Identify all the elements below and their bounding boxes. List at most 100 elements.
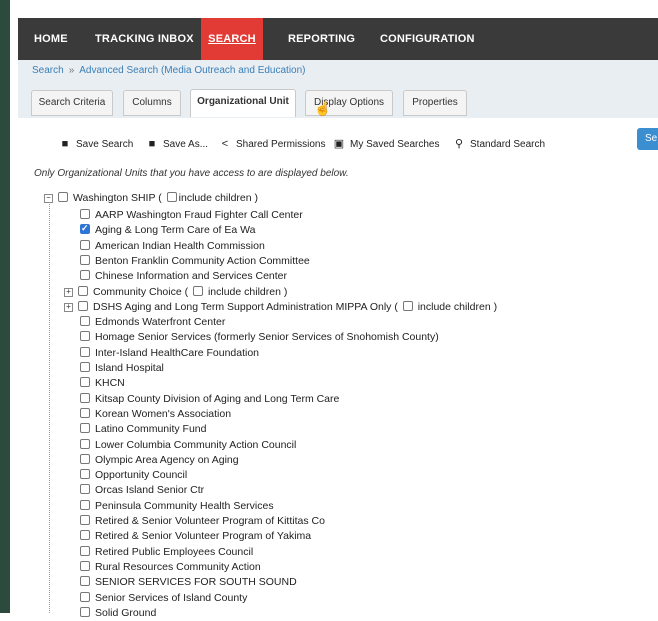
- org-unit-label: Aging & Long Term Care of Ea Wa: [95, 224, 256, 237]
- tree-row: Olympic Area Agency on Aging: [80, 453, 239, 468]
- org-unit-checkbox[interactable]: [80, 377, 90, 388]
- org-unit-checkbox[interactable]: [80, 239, 90, 250]
- org-unit-checkbox[interactable]: [80, 438, 90, 449]
- breadcrumb-advanced-search[interactable]: Advanced Search (Media Outreach and Educ…: [79, 65, 305, 76]
- root-checkbox[interactable]: [58, 192, 68, 202]
- tab-search-criteria[interactable]: Search Criteria: [31, 90, 113, 116]
- tab-columns[interactable]: Columns: [123, 90, 181, 116]
- org-unit-label: Chinese Information and Services Center: [95, 270, 288, 283]
- org-unit-label: Retired Public Employees Council: [95, 545, 254, 558]
- org-unit-label: Benton Franklin Community Action Committ…: [95, 254, 310, 267]
- nav-configuration[interactable]: CONFIGURATION: [380, 18, 475, 60]
- org-unit-label: Peninsula Community Health Services: [95, 499, 274, 512]
- org-unit-checkbox[interactable]: [80, 362, 90, 372]
- org-unit-checkbox[interactable]: [80, 591, 90, 602]
- share-icon: <: [221, 138, 229, 150]
- shared-permissions-button[interactable]: < Shared Permissions: [218, 134, 326, 154]
- org-unit-label: KHCN: [95, 377, 125, 390]
- tree-row: Chinese Information and Services Center: [80, 269, 287, 284]
- nav-home[interactable]: HOME: [34, 18, 68, 60]
- tree-row: KHCN: [80, 376, 125, 391]
- org-unit-label: Latino Community Fund: [95, 423, 207, 436]
- tree-row: + Community Choice ( include children ): [64, 285, 287, 300]
- tree-row: Lower Columbia Community Action Council: [80, 438, 296, 453]
- tree-row: + DSHS Aging and Long Term Support Admini…: [64, 300, 497, 315]
- my-saved-searches-button[interactable]: ▣ My Saved Searches: [332, 134, 440, 154]
- org-unit-checkbox[interactable]: [80, 515, 90, 525]
- org-unit-label: Olympic Area Agency on Aging: [95, 453, 239, 466]
- tab-organizational-unit[interactable]: Organizational Unit: [190, 89, 296, 117]
- expand-toggle[interactable]: +: [64, 302, 73, 312]
- save-as-label: Save As...: [163, 139, 209, 150]
- org-unit-checkbox[interactable]: [80, 209, 90, 219]
- save-as-button[interactable]: ■ Save As...: [145, 134, 208, 154]
- root-include-children-checkbox[interactable]: [166, 192, 177, 202]
- include-children-checkbox[interactable]: [193, 285, 204, 296]
- org-unit-label: Inter-Island HealthCare Foundation: [95, 346, 260, 359]
- tree-row: Latino Community Fund: [80, 422, 206, 437]
- save-as-icon: ■: [148, 138, 156, 150]
- standard-search-button[interactable]: ⚲ Standard Search: [452, 134, 545, 154]
- search-button[interactable]: Se: [637, 128, 658, 150]
- org-unit-checkbox[interactable]: [80, 221, 90, 236]
- org-unit-checkbox[interactable]: [80, 346, 90, 357]
- search-toolbar: ■ Save Search ■ Save As... < Shared Permiss…: [18, 134, 658, 154]
- org-unit-checkbox[interactable]: [80, 560, 90, 571]
- breadcrumb: Search » Advanced Search (Media Outreach a…: [18, 60, 658, 83]
- org-unit-checkbox[interactable]: [80, 453, 90, 464]
- org-unit-label: Orcas Island Senior Ctr: [95, 484, 205, 497]
- org-unit-checkbox[interactable]: [80, 270, 90, 281]
- tree-row: SENIOR SERVICES FOR SOUTH SOUND: [80, 575, 297, 590]
- org-unit-checkbox[interactable]: [80, 423, 90, 434]
- tree-row: Rural Resources Community Action: [80, 560, 261, 575]
- org-unit-checkbox[interactable]: [80, 316, 90, 327]
- org-unit-checkbox[interactable]: [80, 545, 90, 556]
- root-include-children-label: include children ): [178, 192, 259, 204]
- org-unit-label: AARP Washington Fraud Fighter Call Cente…: [95, 209, 303, 221]
- my-saved-searches-label: My Saved Searches: [350, 139, 440, 150]
- tree-guide-line: [49, 200, 50, 613]
- org-unit-checkbox[interactable]: [80, 331, 90, 342]
- tree-row: Orcas Island Senior Ctr: [80, 483, 204, 498]
- save-search-button[interactable]: ■ Save Search: [58, 134, 134, 154]
- nav-search[interactable]: SEARCH: [201, 18, 263, 60]
- standard-search-label: Standard Search: [470, 139, 546, 150]
- expand-toggle[interactable]: +: [64, 287, 73, 297]
- org-unit-checkbox[interactable]: [80, 530, 90, 541]
- breadcrumb-search[interactable]: Search: [32, 65, 64, 76]
- main-navbar: HOME TRACKING INBOX SEARCH REPORTING CON…: [18, 18, 658, 60]
- include-children-label: include children ): [205, 285, 288, 298]
- tree-row: Kitsap County Division of Aging and Long…: [80, 392, 339, 407]
- org-unit-checkbox[interactable]: [80, 484, 90, 495]
- nav-reporting[interactable]: REPORTING: [288, 18, 355, 60]
- tab-properties[interactable]: Properties: [403, 90, 467, 116]
- tree-row: Island Hospital: [80, 361, 164, 376]
- tree-row: Retired & Senior Volunteer Program of Ya…: [80, 529, 311, 544]
- org-unit-checkbox[interactable]: [80, 469, 90, 480]
- org-unit-checkbox[interactable]: [80, 499, 90, 510]
- org-unit-checkbox[interactable]: [80, 254, 90, 265]
- root-label: Washington SHIP (: [73, 192, 162, 204]
- tree-row: Peninsula Community Health Services: [80, 499, 274, 514]
- tree-root-row: − Washington SHIP ( include children ): [44, 191, 258, 206]
- tree-row: Benton Franklin Community Action Committ…: [80, 254, 310, 269]
- org-unit-checkbox[interactable]: [78, 300, 88, 311]
- tree-row: Inter-Island HealthCare Foundation: [80, 346, 259, 361]
- org-unit-checkbox[interactable]: [80, 606, 90, 617]
- org-unit-checkbox[interactable]: [80, 407, 90, 418]
- org-unit-checkbox[interactable]: [78, 285, 88, 296]
- org-unit-checkbox[interactable]: [80, 576, 90, 587]
- collapse-toggle[interactable]: −: [44, 194, 53, 203]
- nav-tracking-inbox[interactable]: TRACKING INBOX: [95, 18, 194, 60]
- tree-row: Edmonds Waterfront Center: [80, 315, 225, 330]
- pointer-cursor-icon: ☝: [314, 100, 332, 116]
- org-unit-label: Korean Women's Association: [95, 407, 232, 420]
- org-unit-checkbox[interactable]: [80, 392, 90, 403]
- search-icon: ⚲: [454, 138, 464, 150]
- shared-permissions-label: Shared Permissions: [236, 139, 326, 150]
- include-children-checkbox[interactable]: [402, 300, 413, 311]
- tree-row: AARP Washington Fraud Fighter Call Cente…: [80, 208, 303, 223]
- org-unit-label: DSHS Aging and Long Term Support Adminis…: [93, 300, 398, 313]
- org-unit-label: SENIOR SERVICES FOR SOUTH SOUND: [95, 576, 297, 589]
- org-unit-label: Retired & Senior Volunteer Program of Ki…: [95, 515, 325, 527]
